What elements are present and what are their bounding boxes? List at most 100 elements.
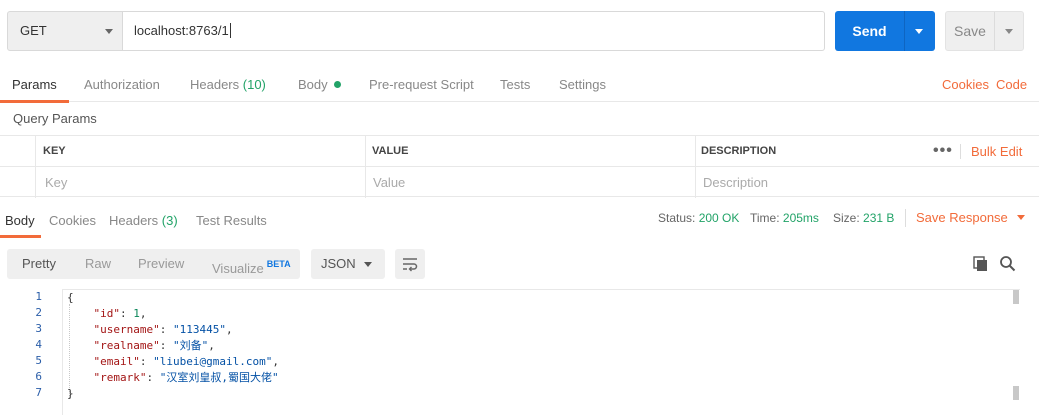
json-key: "id" — [93, 307, 121, 320]
visualize-label: Visualize — [212, 261, 264, 276]
key-input[interactable]: Key — [45, 167, 67, 198]
column-description: DESCRIPTION — [701, 145, 777, 157]
response-tab-headers-label: Headers — [109, 213, 159, 228]
tab-body[interactable]: Body — [298, 67, 341, 102]
response-tab-cookies[interactable]: Cookies — [49, 205, 96, 237]
tab-settings-label: Settings — [559, 77, 606, 92]
view-mode-group: Pretty Raw Preview Visualize BETA — [7, 249, 300, 279]
tab-headers[interactable]: Headers (10) — [190, 67, 266, 102]
tab-headers-label: Headers — [190, 77, 240, 92]
code-line: "id": 1, — [93, 307, 147, 320]
active-tab-indicator — [0, 235, 41, 238]
save-response-label: Save Response — [916, 210, 1008, 225]
response-tab-test-results[interactable]: Test Results — [196, 205, 267, 237]
beta-badge: BETA — [266, 259, 291, 269]
response-tab-headers[interactable]: Headers (3) — [109, 205, 178, 237]
request-tabs: Params Authorization Headers (10) Body P… — [0, 67, 1039, 103]
wrap-lines-icon — [403, 258, 418, 272]
tab-params-label: Params — [12, 77, 57, 92]
code-line: "remark": "汉室刘皇叔,蜀国大佬" — [93, 371, 279, 384]
divider — [365, 136, 366, 198]
view-preview-button[interactable]: Preview — [138, 249, 184, 279]
send-dropdown-icon[interactable] — [915, 29, 923, 34]
active-tab-indicator — [0, 100, 69, 103]
scrollbar-thumb[interactable] — [1013, 386, 1019, 400]
save-button[interactable]: Save — [945, 11, 1024, 51]
save-dropdown-icon[interactable] — [1005, 29, 1013, 34]
json-value: "liubei@gmail.com" — [153, 355, 273, 368]
value-input[interactable]: Value — [373, 167, 405, 198]
json-value: "汉室刘皇叔,蜀国大佬" — [159, 371, 279, 384]
bulk-edit-link[interactable]: Bulk Edit — [971, 136, 1022, 167]
tab-authorization-label: Authorization — [84, 77, 160, 92]
scrollbar-thumb[interactable] — [1013, 290, 1019, 304]
request-url-bar: GET localhost:8763/1 Send Save — [7, 11, 1024, 51]
response-body-editor[interactable]: 1 2 3 4 5 6 7 { "id": 1, "username": "11… — [0, 289, 1020, 415]
format-label: JSON — [321, 256, 356, 271]
line-number: 3 — [35, 322, 42, 335]
column-key: KEY — [43, 145, 66, 157]
send-button[interactable]: Send — [835, 11, 935, 51]
json-value: 1 — [133, 307, 140, 320]
code-link[interactable]: Code — [996, 67, 1027, 102]
tab-tests[interactable]: Tests — [500, 67, 530, 102]
cookies-link[interactable]: Cookies — [942, 67, 989, 102]
json-comma: , — [272, 355, 279, 368]
json-key: "email" — [93, 355, 140, 368]
status-label: Status: — [658, 211, 696, 225]
view-visualize-button[interactable]: Visualize BETA — [212, 249, 291, 279]
chevron-down-icon — [105, 29, 113, 34]
tab-pre-request-script-label: Pre-request Script — [369, 77, 474, 92]
copy-icon[interactable] — [973, 256, 989, 272]
view-pretty-button[interactable]: Pretty — [22, 249, 56, 279]
json-value: "113445" — [172, 323, 226, 336]
more-options-icon[interactable]: ••• — [933, 136, 953, 165]
code-line: } — [67, 386, 74, 402]
line-number: 7 — [35, 386, 42, 399]
divider — [35, 136, 36, 198]
tab-pre-request-script[interactable]: Pre-request Script — [369, 67, 474, 102]
json-comma: , — [139, 307, 147, 320]
response-tab-headers-count: (3) — [161, 213, 178, 228]
code-line: "realname": "刘备", — [93, 339, 215, 352]
query-params-table: KEY VALUE DESCRIPTION ••• Bulk Edit Key … — [0, 135, 1039, 198]
size-value: 231 B — [863, 211, 895, 225]
response-tab-body[interactable]: Body — [0, 205, 41, 238]
line-number: 2 — [35, 306, 42, 319]
code-area[interactable]: { "id": 1, "username": "113445", "realna… — [62, 289, 1020, 415]
description-input[interactable]: Description — [703, 167, 768, 198]
json-key: "username" — [93, 323, 160, 336]
response-tabs: Body Cookies Headers (3) Test Results St… — [0, 205, 1039, 238]
status-value: 200 OK — [698, 211, 740, 225]
tab-headers-count: (10) — [242, 77, 266, 92]
json-key: "remark" — [93, 371, 147, 384]
save-response-button[interactable]: Save Response — [916, 205, 1025, 231]
view-raw-button[interactable]: Raw — [85, 249, 111, 279]
url-input[interactable]: localhost:8763/1 — [123, 11, 825, 51]
code-line: "email": "liubei@gmail.com", — [93, 355, 279, 368]
time-label: Time: — [750, 211, 780, 225]
tab-authorization[interactable]: Authorization — [84, 67, 160, 102]
tab-tests-label: Tests — [500, 77, 531, 92]
line-number: 5 — [35, 354, 42, 367]
json-key: "realname" — [93, 339, 160, 352]
size-readout: Size: 231 B — [833, 205, 894, 231]
search-icon[interactable] — [999, 255, 1017, 273]
text-cursor — [229, 23, 231, 38]
wrap-lines-button[interactable] — [395, 249, 425, 279]
column-value: VALUE — [372, 145, 409, 157]
tab-settings[interactable]: Settings — [559, 67, 606, 102]
chevron-down-icon — [1016, 215, 1025, 220]
url-text: localhost:8763/1 — [134, 23, 229, 38]
editor-scrollbar[interactable] — [1013, 290, 1019, 415]
format-select[interactable]: JSON — [311, 249, 385, 279]
response-tab-body-label: Body — [5, 213, 35, 228]
tab-params[interactable]: Params — [0, 67, 69, 103]
save-label: Save — [954, 23, 986, 39]
code-line: { — [67, 290, 74, 306]
method-select[interactable]: GET — [7, 11, 123, 51]
line-number-gutter: 1 2 3 4 5 6 7 — [0, 289, 62, 415]
tab-body-label: Body — [298, 77, 328, 92]
chevron-down-icon — [364, 262, 372, 267]
table-header-row: KEY VALUE DESCRIPTION ••• Bulk Edit — [0, 136, 1039, 167]
